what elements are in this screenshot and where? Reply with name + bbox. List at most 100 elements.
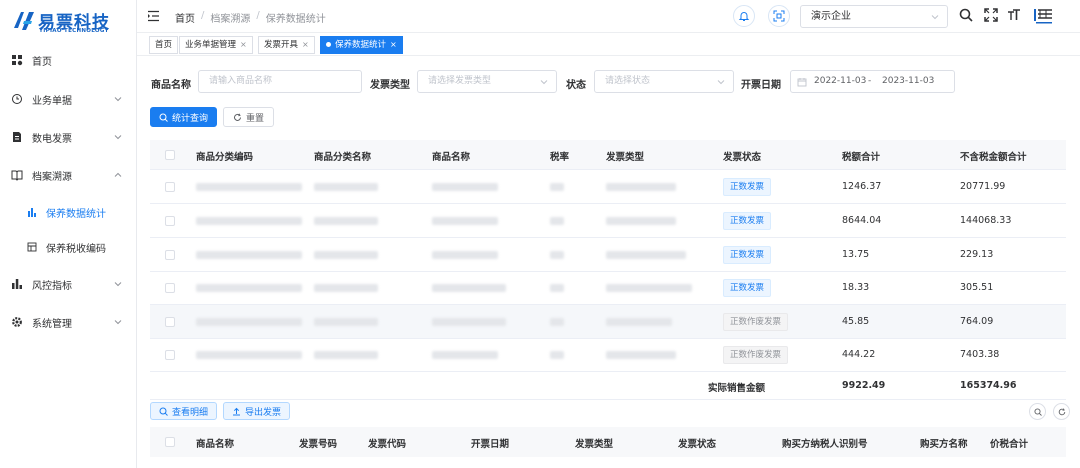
row-checkbox[interactable] xyxy=(165,317,175,327)
chevron-down-icon xyxy=(114,282,122,287)
sidebar-item-label: 档案溯源 xyxy=(32,171,72,183)
amount-total-cell: 229.13 xyxy=(960,249,994,260)
invoice-date-range[interactable]: 2022-11-03 - 2023-11-03 xyxy=(790,70,955,93)
font-size-icon[interactable] xyxy=(1007,8,1021,22)
table-row[interactable]: 正数发票 13.75 229.13 xyxy=(150,238,1066,272)
chevron-up-icon xyxy=(114,172,122,177)
breadcrumb-archive[interactable]: 档案溯源 xyxy=(210,10,250,25)
table-row[interactable]: 正数发票 18.33 305.51 xyxy=(150,271,1066,305)
tab-business-docs[interactable]: 业务单据管理 × xyxy=(179,36,253,54)
scan-button[interactable] xyxy=(768,5,790,27)
sidebar-subitem-maintenance-stats[interactable]: 保养数据统计 xyxy=(0,198,137,226)
tab-invoice-issue[interactable]: 发票开具 × xyxy=(258,36,315,54)
dashboard-icon xyxy=(12,55,23,66)
table-row[interactable]: 正数发票 8644.04 144068.33 xyxy=(150,204,1066,238)
sidebar-item-archive-trace[interactable]: 档案溯源 xyxy=(0,160,137,190)
redacted-cell xyxy=(314,351,378,359)
select-all-checkbox[interactable] xyxy=(165,150,175,160)
summary-label: 实际销售金额 xyxy=(708,383,766,394)
refresh-button[interactable] xyxy=(1053,403,1070,420)
select-all-checkbox[interactable] xyxy=(165,437,175,447)
close-icon[interactable]: × xyxy=(240,40,247,49)
amount-total-cell: 764.09 xyxy=(960,316,994,327)
product-name-label: 商品名称 xyxy=(151,80,191,91)
row-checkbox[interactable] xyxy=(165,216,175,226)
view-detail-button[interactable]: 查看明细 xyxy=(150,402,217,420)
redacted-cell xyxy=(196,318,302,326)
redacted-cell xyxy=(606,251,686,259)
close-icon[interactable]: × xyxy=(390,40,397,49)
invoice-type-select[interactable]: 请选择发票类型 xyxy=(417,70,557,93)
redacted-cell xyxy=(196,251,302,259)
company-select[interactable]: 演示企业 xyxy=(800,5,948,28)
close-icon[interactable]: × xyxy=(302,40,309,49)
redacted-cell xyxy=(550,351,564,359)
column-header: 税额合计 xyxy=(842,152,881,163)
sidebar-item-e-invoice[interactable]: 数电发票 xyxy=(0,122,137,152)
gear-icon xyxy=(12,317,22,327)
reset-button[interactable]: 重置 xyxy=(223,107,274,127)
brand-logo[interactable]: 易票科技 YIPIAO TECHNOLOGY xyxy=(12,8,130,34)
row-checkbox[interactable] xyxy=(165,350,175,360)
bar-chart-icon xyxy=(28,208,36,217)
row-checkbox[interactable] xyxy=(165,250,175,260)
row-checkbox[interactable] xyxy=(165,283,175,293)
sidebar-subitem-label: 保养数据统计 xyxy=(46,208,106,220)
bell-icon xyxy=(738,12,750,21)
table-row[interactable]: 正数作废发票 444.22 7403.38 xyxy=(150,338,1066,372)
tax-total-cell: 444.22 xyxy=(842,349,876,360)
active-dot-icon xyxy=(326,42,331,47)
export-invoice-button[interactable]: 导出发票 xyxy=(223,402,290,420)
search-icon xyxy=(1033,407,1042,416)
redacted-cell xyxy=(314,284,378,292)
notification-button[interactable] xyxy=(733,5,755,27)
user-avatar-icon[interactable] xyxy=(1032,7,1054,25)
row-checkbox[interactable] xyxy=(165,182,175,192)
sidebar-item-label: 系统管理 xyxy=(32,318,72,330)
redacted-cell xyxy=(196,351,302,359)
amount-total-cell: 144068.33 xyxy=(960,215,1012,226)
summary-amount-total: 165374.96 xyxy=(960,380,1017,391)
sidebar-item-system-settings[interactable]: 系统管理 xyxy=(0,307,137,337)
sidebar-item-label: 风控指标 xyxy=(32,280,72,292)
menu-fold-icon[interactable] xyxy=(147,10,160,22)
invoice-icon xyxy=(13,132,21,142)
sidebar: 易票科技 YIPIAO TECHNOLOGY 首页 业务单据 数电发票 档案溯源… xyxy=(0,0,137,468)
redacted-cell xyxy=(550,251,564,259)
breadcrumb-home[interactable]: 首页 xyxy=(175,10,195,25)
chevron-down-icon xyxy=(114,97,122,102)
column-header: 发票号码 xyxy=(299,439,338,450)
sidebar-item-home[interactable]: 首页 xyxy=(0,45,137,75)
invoice-type-placeholder: 请选择发票类型 xyxy=(428,76,492,86)
tax-total-cell: 8644.04 xyxy=(842,215,882,226)
redacted-cell xyxy=(196,217,302,225)
status-badge: 正数发票 xyxy=(723,178,772,196)
date-start: 2022-11-03 xyxy=(814,76,867,86)
sidebar-item-label: 业务单据 xyxy=(32,95,72,107)
column-header: 发票状态 xyxy=(723,152,762,163)
tab-home[interactable]: 首页 xyxy=(149,36,179,54)
search-toggle-button[interactable] xyxy=(1029,403,1046,420)
redacted-cell xyxy=(314,217,378,225)
stats-table-header: 商品分类编码 商品分类名称 商品名称 税率 发票类型 发票状态 税额合计 不含税… xyxy=(150,140,1066,170)
table-row[interactable]: 正数作废发票 45.85 764.09 xyxy=(150,305,1066,339)
stats-query-button[interactable]: 统计查询 xyxy=(150,107,217,127)
table-row[interactable]: 正数发票 1246.37 20771.99 xyxy=(150,170,1066,204)
bar-chart-icon xyxy=(12,279,22,289)
status-select[interactable]: 请选择状态 xyxy=(594,70,734,93)
sidebar-item-risk-indicators[interactable]: 风控指标 xyxy=(0,269,137,299)
invoice-type-label: 发票类型 xyxy=(370,80,410,91)
clock-icon xyxy=(12,94,22,104)
status-badge: 正数发票 xyxy=(723,212,772,230)
status-badge: 正数发票 xyxy=(723,279,772,297)
sidebar-item-business-docs[interactable]: 业务单据 xyxy=(0,84,137,114)
redacted-cell xyxy=(550,183,564,191)
tax-total-cell: 18.33 xyxy=(842,282,870,293)
chevron-down-icon xyxy=(931,15,939,20)
sidebar-subitem-maintenance-tax-code[interactable]: 保养税收编码 xyxy=(0,233,137,261)
tab-maintenance-stats[interactable]: 保养数据统计 × xyxy=(320,36,403,54)
product-name-input[interactable]: 请输入商品名称 xyxy=(198,70,362,93)
tags-bar: 首页 业务单据管理 × 发票开具 × 保养数据统计 × xyxy=(137,34,1080,56)
search-icon[interactable] xyxy=(959,8,973,22)
fullscreen-icon[interactable] xyxy=(984,8,998,22)
